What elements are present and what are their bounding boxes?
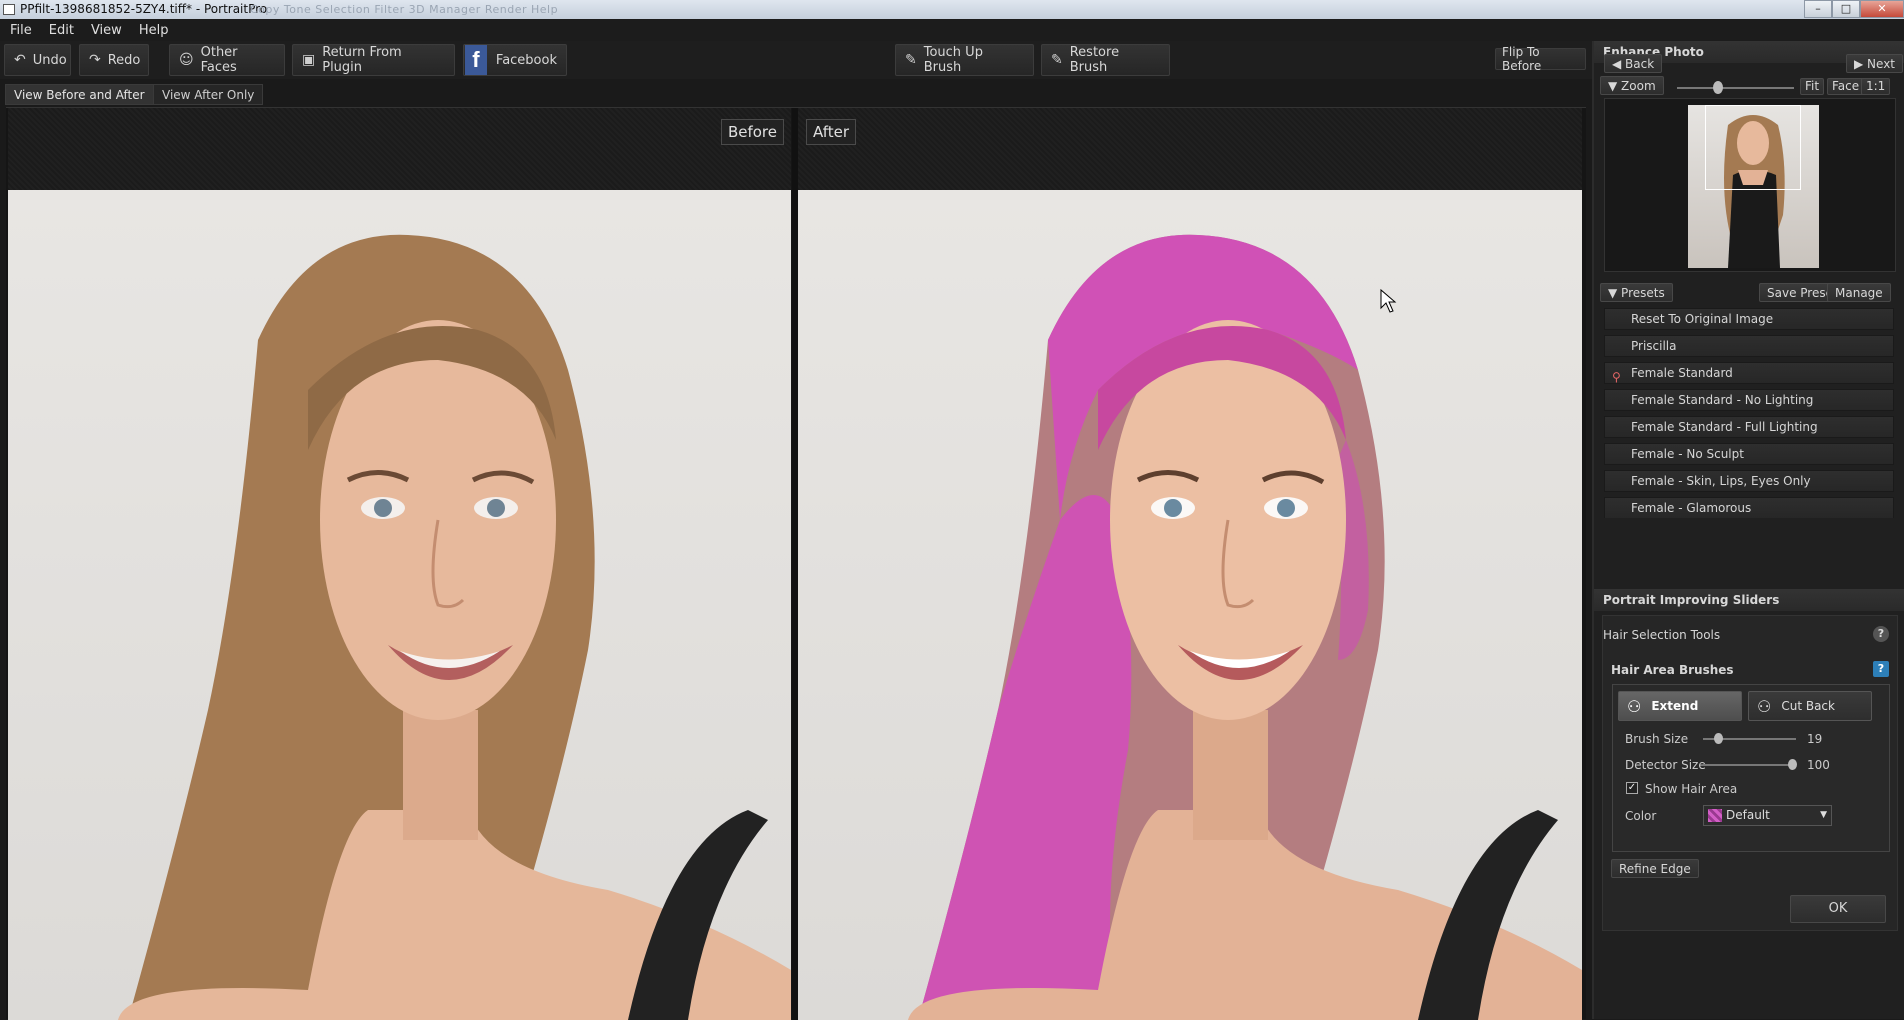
- cut-back-brush-icon: ⚇: [1757, 696, 1772, 716]
- after-top-strip: [798, 108, 1582, 190]
- tab-view-before-after[interactable]: View Before and After: [5, 84, 154, 105]
- title-bar: PPfilt-1398681852-5ZY4.tiff* - PortraitP…: [0, 0, 1904, 19]
- color-label: Color: [1625, 809, 1657, 823]
- pin-icon: ⚲: [1612, 370, 1621, 384]
- window-controls: – □ ✕: [1804, 0, 1904, 18]
- redo-button[interactable]: ↷ Redo: [79, 44, 149, 76]
- window-title: PPfilt-1398681852-5ZY4.tiff* - PortraitP…: [20, 2, 268, 16]
- view-tabs: View Before and After View After Only: [0, 82, 1592, 106]
- before-label: Before: [720, 119, 784, 145]
- minimize-icon[interactable]: –: [1804, 0, 1832, 18]
- ghost-menu-text: Copy Tone Selection Filter 3D Manager Re…: [250, 3, 559, 16]
- undo-button[interactable]: ↶ Undo: [4, 44, 71, 76]
- brush-size-label: Brush Size: [1625, 732, 1689, 746]
- maximize-icon[interactable]: □: [1832, 0, 1860, 18]
- detector-size-label: Detector Size: [1625, 758, 1706, 772]
- touch-up-brush-button[interactable]: ✎ Touch Up Brush: [895, 44, 1034, 76]
- preset-item[interactable]: Female - Skin, Lips, Eyes Only: [1604, 470, 1894, 492]
- refine-edge-button[interactable]: Refine Edge: [1611, 859, 1699, 878]
- show-hair-area-checkbox[interactable]: ✓: [1626, 782, 1638, 794]
- before-panel: Before: [8, 108, 791, 1020]
- preset-item[interactable]: Female - No Sculpt: [1604, 443, 1894, 465]
- close-icon[interactable]: ✕: [1860, 0, 1904, 18]
- brush-size-value: 19: [1807, 732, 1823, 746]
- after-panel: After: [798, 108, 1582, 1020]
- zoom-fit-button[interactable]: Fit: [1800, 78, 1825, 95]
- menu-bar: File Edit View Help: [0, 19, 1904, 41]
- cut-back-button[interactable]: ⚇ Cut Back: [1748, 691, 1872, 721]
- right-sidebar: Enhance Photo ◀ Back ▶ Next ▼ Zoom Fit F…: [1592, 41, 1904, 1019]
- before-portrait: [118, 234, 791, 1020]
- tab-view-after-only[interactable]: View After Only: [153, 84, 264, 105]
- facebook-button[interactable]: f Facebook: [463, 44, 567, 76]
- detector-size-knob[interactable]: [1788, 759, 1797, 770]
- detector-size-track[interactable]: [1703, 764, 1796, 766]
- zoom-slider-knob[interactable]: [1713, 81, 1723, 94]
- image-area: Before After: [6, 107, 1586, 1020]
- after-label: After: [806, 119, 857, 145]
- collapse-triangle-icon: ▼: [1608, 286, 1622, 300]
- help-icon[interactable]: ?: [1873, 626, 1889, 642]
- extend-button[interactable]: ⚇ Extend: [1618, 691, 1742, 721]
- collapse-triangle-icon: ▼: [1608, 79, 1622, 93]
- mouse-cursor-icon: [1380, 288, 1397, 313]
- restore-brush-button[interactable]: ✎ Restore Brush: [1041, 44, 1170, 76]
- color-swatch: [1708, 809, 1722, 822]
- hair-brushes-label: Hair Area Brushes: [1611, 663, 1734, 677]
- presets-list: Reset To Original Image Priscilla ⚲ Fema…: [1604, 308, 1896, 518]
- toolbar: ↶ Undo ↷ Redo ☺ Other Faces ▣ Return Fro…: [0, 41, 1592, 79]
- hair-tools-label: Hair Selection Tools: [1603, 628, 1721, 642]
- before-top-strip: [8, 108, 791, 190]
- preset-item[interactable]: Female Standard - Full Lighting: [1604, 416, 1894, 438]
- flip-to-before-button[interactable]: Flip To Before: [1495, 45, 1586, 73]
- after-photo[interactable]: [798, 190, 1582, 1020]
- preset-item-selected[interactable]: ⚲ Female Standard: [1604, 362, 1894, 384]
- navigator-view-frame[interactable]: [1705, 105, 1801, 190]
- portrait-sliders-title: Portrait Improving Sliders: [1594, 589, 1904, 611]
- brush-size-knob[interactable]: [1714, 733, 1723, 744]
- help-icon-blue[interactable]: ?: [1873, 661, 1889, 677]
- back-arrow-icon: ◀: [1612, 57, 1626, 71]
- preset-item[interactable]: Reset To Original Image: [1604, 308, 1894, 330]
- zoom-1-1-button[interactable]: 1:1: [1861, 78, 1891, 95]
- after-portrait: [908, 234, 1582, 1020]
- preset-item[interactable]: Priscilla: [1604, 335, 1894, 357]
- next-button[interactable]: ▶ Next: [1846, 54, 1904, 73]
- menu-view[interactable]: View: [91, 23, 122, 38]
- menu-edit[interactable]: Edit: [49, 23, 74, 38]
- dropdown-arrow-icon: ▼: [1820, 810, 1827, 820]
- back-button[interactable]: ◀ Back: [1604, 54, 1663, 73]
- hair-selection-panel: Hair Selection Tools ? Hair Area Brushes…: [1602, 615, 1898, 931]
- preset-item[interactable]: Female Standard - No Lighting: [1604, 389, 1894, 411]
- plugin-icon: ▣: [302, 52, 316, 68]
- ok-button[interactable]: OK: [1790, 895, 1886, 923]
- detector-size-value: 100: [1807, 758, 1830, 772]
- presets-toggle[interactable]: ▼ Presets: [1600, 283, 1673, 302]
- zoom-face-button[interactable]: Face: [1827, 78, 1865, 95]
- other-faces-button[interactable]: ☺ Other Faces: [169, 44, 285, 76]
- show-hair-area-label: Show Hair Area: [1645, 782, 1738, 796]
- undo-icon: ↶: [14, 52, 26, 68]
- zoom-slider-track[interactable]: [1677, 87, 1794, 89]
- preset-item[interactable]: Female - Glamorous: [1604, 497, 1894, 518]
- menu-file[interactable]: File: [10, 23, 32, 38]
- facebook-icon: f: [465, 45, 487, 75]
- brush-icon: ✎: [905, 52, 917, 68]
- return-from-plugin-button[interactable]: ▣ Return From Plugin: [292, 44, 455, 76]
- menu-help[interactable]: Help: [139, 23, 169, 38]
- next-arrow-icon: ▶: [1854, 57, 1868, 71]
- zoom-toggle[interactable]: ▼ Zoom: [1600, 76, 1664, 95]
- navigator-panel: [1604, 98, 1896, 272]
- redo-icon: ↷: [89, 52, 101, 68]
- before-photo[interactable]: [8, 190, 791, 1020]
- hair-brushes-box: ⚇ Extend ⚇ Cut Back Brush Size 19 Detect…: [1612, 684, 1890, 852]
- app-icon: [3, 4, 15, 15]
- color-select[interactable]: Default ▼: [1703, 805, 1832, 826]
- extend-brush-icon: ⚇: [1627, 696, 1642, 716]
- person-icon: ☺: [179, 52, 194, 68]
- manage-presets-button[interactable]: Manage: [1827, 283, 1891, 302]
- navigator-thumbnail[interactable]: [1688, 105, 1819, 268]
- restore-brush-icon: ✎: [1051, 52, 1063, 68]
